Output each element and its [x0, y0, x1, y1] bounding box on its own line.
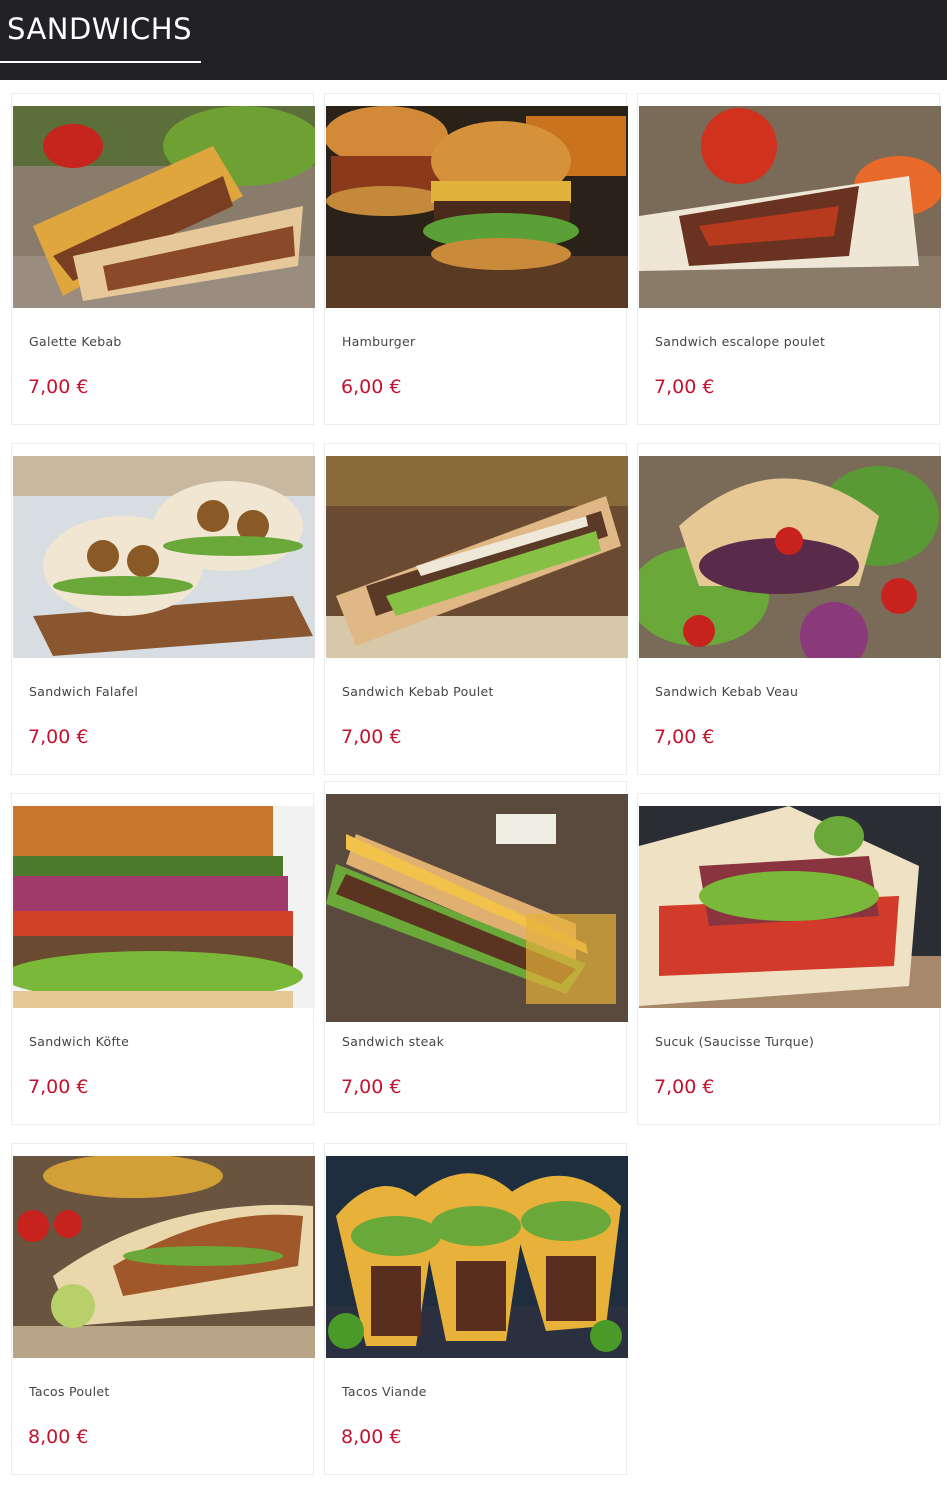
product-name[interactable]: Tacos Poulet [29, 1384, 110, 1399]
wrap-image[interactable] [13, 106, 315, 308]
product-price: 7,00 € [341, 1076, 402, 1098]
product-name[interactable]: Tacos Viande [342, 1384, 427, 1399]
product-name[interactable]: Hamburger [342, 334, 415, 349]
product-price: 7,00 € [28, 1076, 89, 1098]
product-price: 7,00 € [341, 726, 402, 748]
baguette-image[interactable] [326, 456, 628, 658]
product-card[interactable]: Sandwich Kebab Poulet 7,00 € [324, 443, 628, 775]
pita-image[interactable] [639, 456, 941, 658]
baguette-image[interactable] [326, 794, 628, 1022]
product-price: 6,00 € [341, 376, 402, 398]
product-name[interactable]: Sandwich Köfte [29, 1034, 129, 1049]
product-card[interactable]: Sucuk (Saucisse Turque) 7,00 € [637, 793, 941, 1125]
product-card[interactable]: Tacos Poulet 8,00 € [11, 1143, 315, 1475]
burger-image[interactable] [326, 106, 628, 308]
wrap-image[interactable] [639, 106, 941, 308]
product-card[interactable]: Sandwich Kebab Veau 7,00 € [637, 443, 941, 775]
title-underline [0, 61, 201, 63]
page-title: SANDWICHS [7, 12, 192, 46]
product-card[interactable]: Tacos Viande 8,00 € [324, 1143, 628, 1475]
product-name[interactable]: Sandwich escalope poulet [655, 334, 825, 349]
product-name[interactable]: Sandwich Falafel [29, 684, 138, 699]
product-name[interactable]: Sucuk (Saucisse Turque) [655, 1034, 814, 1049]
product-price: 7,00 € [654, 1076, 715, 1098]
product-name[interactable]: Sandwich Kebab Poulet [342, 684, 494, 699]
tacos-image[interactable] [326, 1156, 628, 1358]
baguette-image[interactable] [13, 806, 315, 1008]
product-price: 8,00 € [341, 1426, 402, 1448]
product-name[interactable]: Sandwich steak [342, 1034, 444, 1049]
product-card[interactable]: Sandwich Köfte 7,00 € [11, 793, 315, 1125]
tacos-image[interactable] [13, 1156, 315, 1358]
product-price: 7,00 € [28, 726, 89, 748]
product-card[interactable]: Galette Kebab 7,00 € [11, 93, 315, 425]
product-price: 7,00 € [28, 376, 89, 398]
product-price: 7,00 € [654, 726, 715, 748]
baguette-image[interactable] [639, 806, 941, 1008]
product-card[interactable]: Sandwich escalope poulet 7,00 € [637, 93, 941, 425]
pita-image[interactable] [13, 456, 315, 658]
product-price: 7,00 € [654, 376, 715, 398]
product-card[interactable]: Hamburger 6,00 € [324, 93, 628, 425]
product-name[interactable]: Sandwich Kebab Veau [655, 684, 798, 699]
product-name[interactable]: Galette Kebab [29, 334, 122, 349]
product-price: 8,00 € [28, 1426, 89, 1448]
page-header: SANDWICHS [0, 0, 947, 80]
product-card[interactable]: Sandwich steak 7,00 € [324, 781, 628, 1113]
product-card[interactable]: Sandwich Falafel 7,00 € [11, 443, 315, 775]
